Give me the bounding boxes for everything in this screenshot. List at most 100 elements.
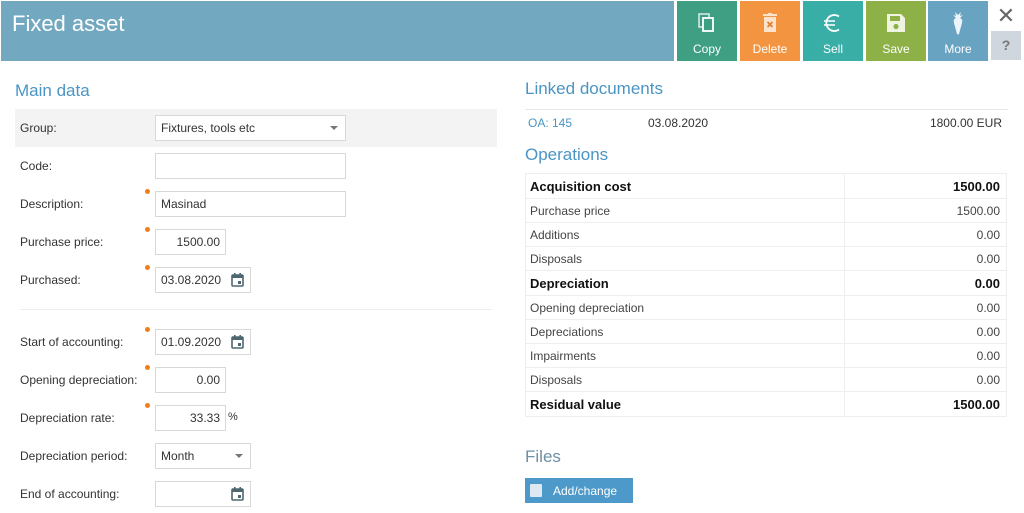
operations-row: Disposals 0.00 (525, 246, 1007, 271)
purchased-row: Purchased: 03.08.2020 (15, 261, 497, 299)
linked-document-row: OA: 145 03.08.2020 1800.00 EUR (525, 109, 1008, 134)
delete-label: Delete (752, 42, 788, 56)
code-label: Code: (20, 159, 53, 173)
operation-label: Opening depreciation (525, 295, 845, 320)
purchase-price-row: Purchase price: 1500.00 (15, 223, 497, 261)
group-label: Group: (20, 121, 57, 135)
code-row: Code: (15, 147, 497, 185)
required-indicator (145, 327, 150, 332)
close-button[interactable]: ✕ (994, 4, 1018, 28)
depreciation-rate-row: Depreciation rate: 33.33 % (15, 399, 497, 437)
operation-value: 1500.00 (844, 198, 1007, 223)
save-button[interactable]: Save (866, 1, 926, 61)
operation-label: Purchase price (525, 198, 845, 223)
group-select[interactable]: Fixtures, tools etc (155, 115, 346, 141)
operation-value: 0.00 (844, 222, 1007, 247)
delete-button[interactable]: Delete (740, 1, 800, 61)
end-of-accounting-label: End of accounting: (20, 487, 120, 501)
operations-row: Purchase price 1500.00 (525, 198, 1007, 223)
group-value: Fixtures, tools etc (161, 121, 256, 135)
save-label: Save (882, 42, 910, 56)
operations-row: Acquisition cost 1500.00 (525, 173, 1007, 199)
description-row: Description: Masinad (15, 185, 497, 223)
operation-value: 0.00 (844, 295, 1007, 320)
description-label: Description: (20, 197, 84, 211)
chevron-down-icon (235, 454, 243, 458)
linked-document-amount: 1800.00 EUR (929, 116, 1002, 130)
required-indicator (145, 365, 150, 370)
linked-document-link[interactable]: OA: 145 (528, 116, 572, 130)
operation-value: 0.00 (844, 343, 1007, 368)
help-button[interactable]: ? (991, 31, 1021, 60)
sell-label: Sell (822, 42, 843, 56)
sell-button[interactable]: Sell (803, 1, 863, 61)
operation-value: 1500.00 (844, 391, 1007, 417)
more-label: More (944, 42, 972, 56)
euro-icon (803, 10, 863, 36)
section-divider (20, 309, 492, 310)
operations-row: Disposals 0.00 (525, 367, 1007, 392)
group-row: Group: Fixtures, tools etc (15, 109, 497, 147)
more-button[interactable]: More (928, 1, 988, 61)
header: Fixed asset Copy Delete Sell Save More ✕… (0, 0, 1024, 62)
operation-value: 0.00 (844, 319, 1007, 344)
chevron-down-icon (330, 126, 338, 130)
linked-documents-title: Linked documents (525, 79, 663, 98)
depreciation-period-label: Depreciation period: (20, 449, 128, 463)
operations-row: Impairments 0.00 (525, 343, 1007, 368)
calendar-icon[interactable] (231, 487, 244, 501)
add-change-file-button[interactable]: Add/change (525, 478, 633, 503)
end-of-accounting-row: End of accounting: (15, 475, 497, 513)
required-indicator (145, 189, 150, 194)
percent-unit: % (228, 411, 238, 423)
start-of-accounting-value: 01.09.2020 (161, 335, 222, 349)
description-value: Masinad (161, 197, 207, 211)
operation-label: Residual value (525, 391, 845, 417)
carrot-icon (928, 10, 988, 36)
purchased-date-input[interactable]: 03.08.2020 (155, 267, 251, 293)
operations-title: Operations (525, 145, 609, 164)
operations-row: Opening depreciation 0.00 (525, 295, 1007, 320)
operation-label: Impairments (525, 343, 845, 368)
operations-row: Depreciations 0.00 (525, 319, 1007, 344)
purchased-label: Purchased: (20, 273, 81, 287)
files-title: Files (525, 447, 561, 466)
copy-button[interactable]: Copy (677, 1, 737, 61)
operation-value: 1500.00 (844, 173, 1007, 199)
operation-label: Depreciations (525, 319, 845, 344)
depreciation-period-select[interactable]: Month (155, 443, 251, 469)
opening-depreciation-label: Opening depreciation: (20, 373, 138, 387)
required-indicator (145, 227, 150, 232)
copy-icon (677, 10, 737, 36)
start-of-accounting-date-input[interactable]: 01.09.2020 (155, 329, 251, 355)
add-change-label: Add/change (553, 484, 618, 498)
opening-depreciation-input[interactable]: 0.00 (155, 367, 226, 393)
operation-label: Disposals (525, 367, 845, 392)
end-of-accounting-date-input[interactable] (155, 481, 251, 507)
operations-row: Depreciation 0.00 (525, 270, 1007, 296)
calendar-icon[interactable] (231, 335, 244, 349)
purchase-price-input[interactable]: 1500.00 (155, 229, 226, 255)
close-icon: ✕ (996, 3, 1016, 28)
depreciation-period-row: Depreciation period: Month (15, 437, 497, 475)
operation-value: 0.00 (844, 367, 1007, 392)
description-input[interactable]: Masinad (155, 191, 346, 217)
calendar-icon[interactable] (231, 273, 244, 287)
opening-depreciation-value: 0.00 (196, 373, 220, 387)
depreciation-period-value: Month (161, 449, 195, 463)
opening-depreciation-row: Opening depreciation: 0.00 (15, 361, 497, 399)
floppy-disk-icon (866, 10, 926, 36)
trash-icon (740, 10, 800, 36)
depreciation-rate-input[interactable]: 33.33 (155, 405, 226, 431)
code-input[interactable] (155, 153, 346, 179)
required-indicator (145, 265, 150, 270)
operation-label: Additions (525, 222, 845, 247)
depreciation-rate-label: Depreciation rate: (20, 411, 115, 425)
operation-label: Acquisition cost (525, 173, 845, 199)
required-indicator (145, 403, 150, 408)
page-title: Fixed asset (12, 11, 125, 36)
operation-label: Disposals (525, 246, 845, 271)
operations-table: Acquisition cost 1500.00 Purchase price 150… (525, 173, 1007, 417)
copy-label: Copy (692, 42, 721, 56)
start-of-accounting-row: Start of accounting: 01.09.2020 (15, 323, 497, 361)
